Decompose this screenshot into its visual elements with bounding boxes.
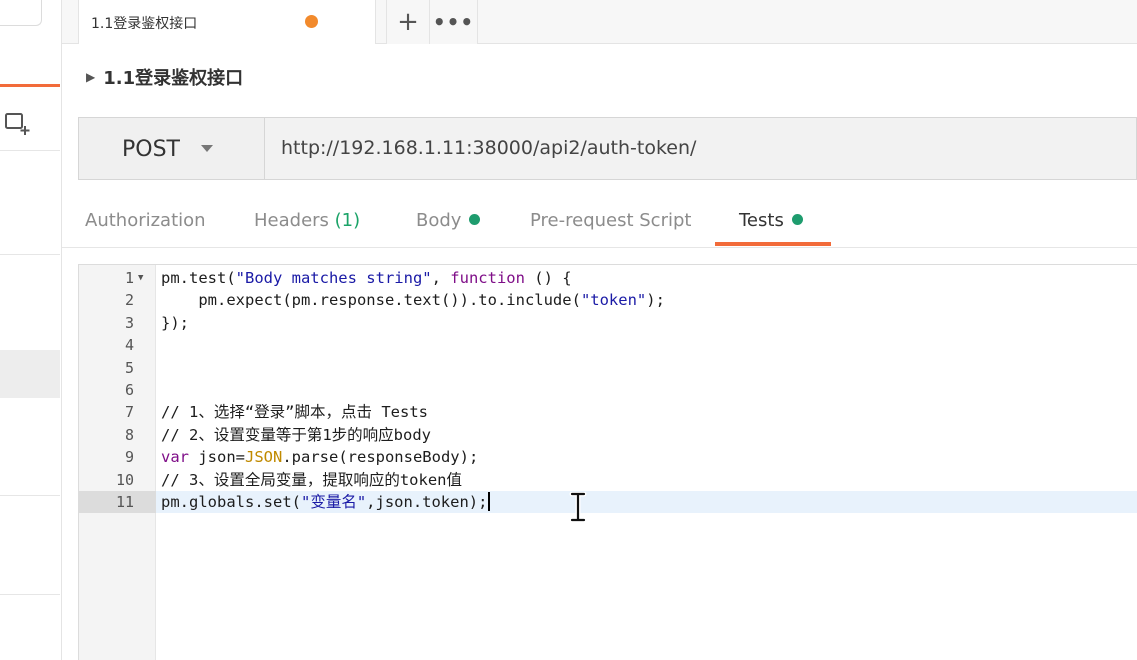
sidebar-active-indicator — [0, 84, 60, 87]
sidebar-divider — [0, 594, 60, 595]
line-number: 8 — [124, 426, 134, 444]
method-label: POST — [122, 137, 180, 162]
unsaved-changes-dot — [305, 15, 318, 28]
code-text: pm.globals.set("变量名",json.token); — [161, 491, 491, 513]
code-text: pm.test("Body matches string", function … — [161, 269, 572, 287]
line-number: 2 — [124, 291, 134, 309]
code-text: var json=JSON.parse(responseBody); — [161, 448, 479, 466]
headers-count-badge: (1) — [334, 210, 361, 231]
tab-label: Headers — [254, 210, 329, 231]
new-tab-button[interactable]: + — [386, 0, 430, 44]
line-number: 7 — [124, 403, 134, 421]
code-line[interactable]: 6 — [79, 379, 1137, 401]
tab-label: Authorization — [85, 210, 206, 231]
chevron-down-icon — [201, 145, 213, 152]
line-number: 4 — [124, 336, 134, 354]
code-line[interactable]: 10 // 3、设置全局变量，提取响应的token值 — [79, 469, 1137, 491]
line-number: 9 — [124, 448, 134, 466]
active-tab-underline — [715, 242, 831, 246]
code-text: }); — [161, 314, 189, 332]
tab-pre-request-script[interactable]: Pre-request Script — [530, 210, 691, 244]
tab-label: Pre-request Script — [530, 210, 692, 231]
tab-headers[interactable]: Headers (1) — [254, 210, 360, 244]
tab-tests[interactable]: Tests — [739, 210, 803, 244]
sidebar — [0, 0, 62, 660]
code-line[interactable]: 2 pm.expect(pm.response.text()).to.inclu… — [79, 289, 1137, 311]
line-number: 1 — [124, 269, 134, 287]
body-indicator-dot — [469, 214, 481, 225]
line-number: 5 — [124, 359, 134, 377]
method-select[interactable]: POST — [79, 118, 265, 179]
line-number: 6 — [124, 381, 134, 399]
request-bar: POST http://192.168.1.11:38000/api2/auth… — [78, 117, 1137, 180]
request-tab[interactable]: 1.1登录鉴权接口 — [78, 0, 376, 44]
text-cursor — [488, 492, 491, 511]
tab-authorization[interactable]: Authorization — [85, 210, 206, 244]
fold-arrow-icon[interactable]: ▼ — [138, 267, 143, 289]
code-line[interactable]: 5 — [79, 357, 1137, 379]
code-comment: // 1、选择“登录”脚本，点击 Tests — [161, 403, 428, 421]
ibeam-cursor-icon — [569, 492, 587, 522]
request-tabs: Authorization Headers (1) Body Pre-reque… — [62, 196, 1137, 248]
code-comment: // 3、设置全局变量，提取响应的token值 — [161, 471, 462, 489]
more-tabs-button[interactable]: ••• — [430, 0, 478, 44]
request-name: 1.1登录鉴权接口 — [103, 68, 244, 89]
sidebar-divider — [0, 150, 60, 151]
line-number: 11 — [79, 491, 156, 513]
code-line-active[interactable]: 11 pm.globals.set("变量名",json.token); — [79, 491, 1137, 513]
request-tab-bar: 1.1登录鉴权接口 + ••• — [62, 0, 1137, 44]
breadcrumb[interactable]: ▶ 1.1登录鉴权接口 — [86, 64, 243, 90]
code-line[interactable]: 7 // 1、选择“登录”脚本，点击 Tests — [79, 401, 1137, 423]
sidebar-item-selected[interactable] — [0, 350, 60, 398]
tests-indicator-dot — [791, 214, 803, 225]
code-comment: // 2、设置变量等于第1步的响应body — [161, 426, 431, 444]
tab-label: Body — [416, 210, 462, 231]
line-number: 10 — [115, 471, 134, 489]
tab-label: Tests — [739, 210, 784, 231]
code-text: pm.expect(pm.response.text()).to.include… — [161, 291, 665, 309]
new-collection-icon[interactable] — [4, 111, 32, 137]
url-input[interactable]: http://192.168.1.11:38000/api2/auth-toke… — [281, 137, 696, 159]
code-line[interactable]: 9 var json=JSON.parse(responseBody); — [79, 446, 1137, 468]
sidebar-divider — [0, 254, 60, 255]
sidebar-divider — [0, 495, 60, 496]
tests-code-editor[interactable]: 1 ▼ pm.test("Body matches string", funct… — [78, 264, 1137, 660]
code-line[interactable]: 3 }); — [79, 312, 1137, 334]
expand-caret-icon[interactable]: ▶ — [86, 70, 95, 84]
line-number: 3 — [124, 314, 134, 332]
code-line[interactable]: 1 ▼ pm.test("Body matches string", funct… — [79, 267, 1137, 289]
sidebar-search-box[interactable] — [0, 0, 42, 26]
tab-body[interactable]: Body — [416, 210, 481, 244]
code-line[interactable]: 4 — [79, 334, 1137, 356]
code-line[interactable]: 8 // 2、设置变量等于第1步的响应body — [79, 424, 1137, 446]
request-tab-title: 1.1登录鉴权接口 — [91, 16, 198, 32]
